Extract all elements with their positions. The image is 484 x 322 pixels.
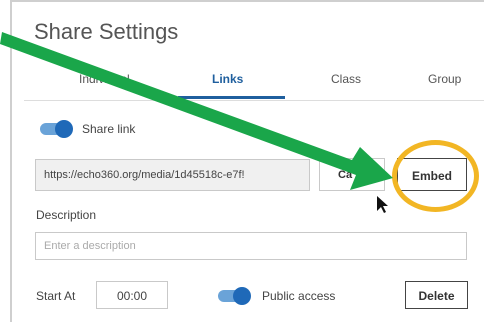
mouse-cursor-icon xyxy=(377,196,388,213)
green-arrow-icon xyxy=(0,32,393,190)
annotation-overlay xyxy=(0,32,393,213)
